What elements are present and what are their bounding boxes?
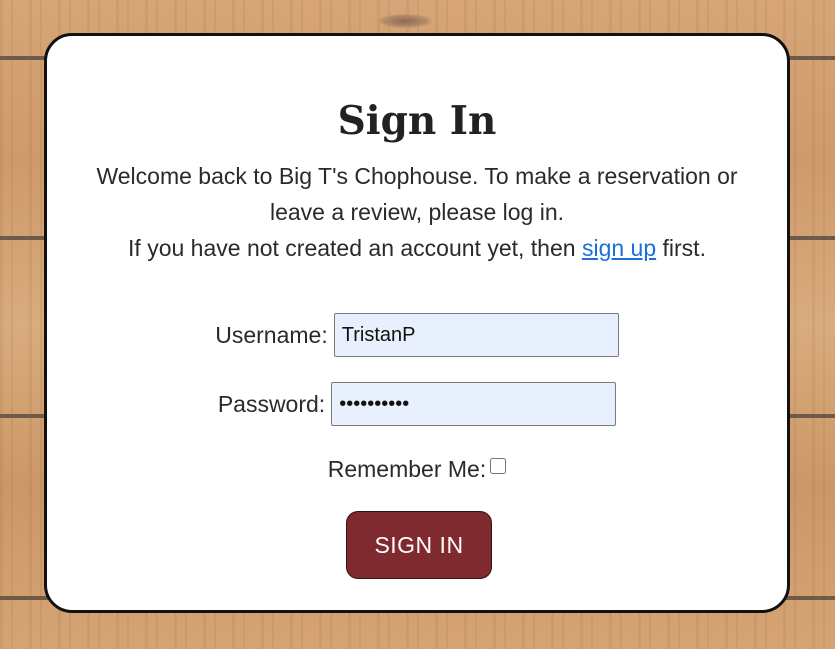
username-input[interactable] (333, 313, 619, 357)
remember-me-checkbox[interactable] (490, 457, 507, 474)
remember-me-row: Remember Me: (47, 456, 787, 483)
sign-in-button[interactable]: SIGN IN (346, 511, 492, 579)
username-row: Username: (47, 313, 787, 357)
welcome-message: Welcome back to Big T's Chophouse. To ma… (96, 163, 738, 225)
signup-prompt-suffix: first. (656, 235, 706, 261)
username-label: Username: (215, 321, 328, 348)
password-label: Password: (217, 390, 326, 417)
wood-knot-decoration (378, 14, 432, 28)
password-input[interactable] (331, 382, 617, 426)
password-row: Password: (47, 382, 787, 426)
sign-in-card: Sign In Welcome back to Big T's Chophous… (44, 33, 790, 613)
signup-prompt: If you have not created an account yet, … (77, 230, 757, 266)
signup-link[interactable]: sign up (582, 235, 656, 261)
page-title: Sign In (337, 98, 497, 144)
signup-prompt-prefix: If you have not created an account yet, … (128, 235, 582, 261)
remember-me-label: Remember Me: (327, 456, 487, 482)
intro-text: Welcome back to Big T's Chophouse. To ma… (77, 158, 757, 266)
